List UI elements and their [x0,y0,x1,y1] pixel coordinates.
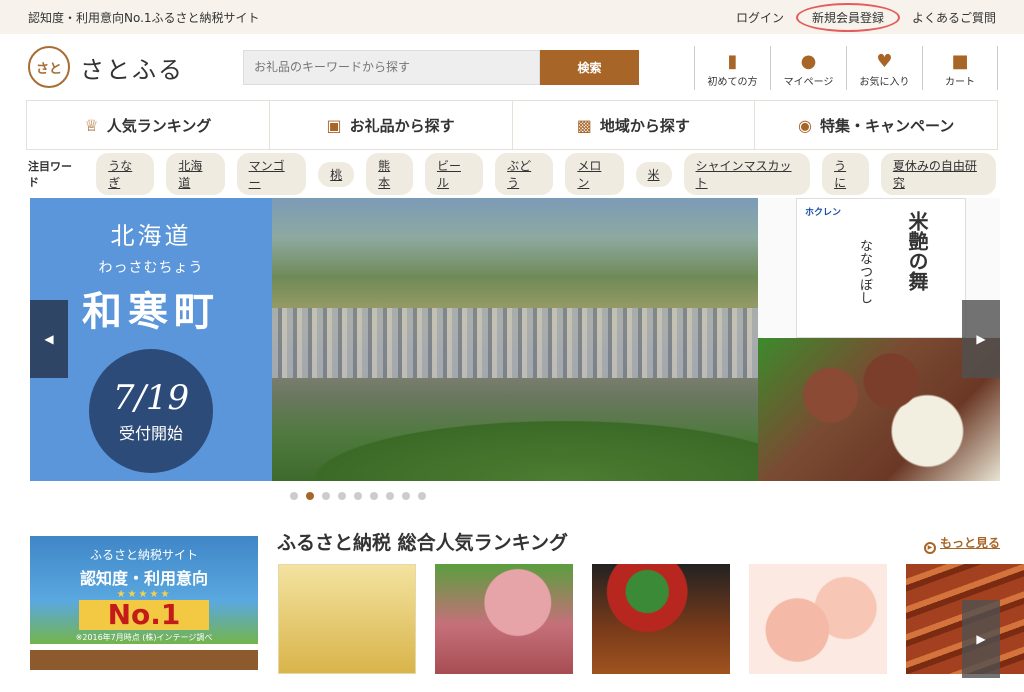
favorites-link[interactable]: ♥ お気に入り [846,46,922,90]
carousel-dot[interactable] [353,492,362,500]
logo-text: さとふる [80,55,184,84]
search-button[interactable]: 検索 [540,49,639,85]
cart-label: カート [945,77,975,88]
carousel-dot[interactable] [369,492,378,500]
carousel-dot[interactable] [305,492,314,500]
top-links: ログイン 新規会員登録 よくあるご質問 [736,2,996,32]
keyword-tag[interactable]: 北海道 [166,153,225,195]
banner-reading: わっさむちょう [98,260,204,276]
keyword-tag[interactable]: メロン [565,153,624,195]
favorites-label: お気に入り [859,77,910,88]
keyword-tag[interactable]: うに [822,153,869,195]
ranking-title: ふるさと納税 総合人気ランキング [277,532,569,554]
keyword-tag[interactable]: うなぎ [96,153,155,195]
more-link[interactable]: ▶ もっと見る [923,534,1000,554]
site-tagline: 認知度・利用意向No.1ふるさと納税サイト [28,10,260,25]
rice-bag-image: ホクレン 米艶の舞 ななつぼし [796,198,966,338]
award-line1: ふるさと納税サイト [89,548,198,562]
banner-landscape-photo [272,198,758,481]
search-input[interactable] [243,49,540,85]
cart-icon: ■ [951,51,969,72]
hero-carousel[interactable]: 北海道 わっさむちょう 和寒町 7/19 受付開始 ホクレン 米艶の舞 ななつぼ… [30,198,1000,481]
mypage-link[interactable]: ● マイページ [770,46,846,90]
nav-ranking-label: 人気ランキング [106,116,212,135]
carousel-dot[interactable] [385,492,394,500]
cart-link[interactable]: ■ カート [922,46,998,90]
search-bar: 検索 [243,49,639,85]
carousel-dot[interactable] [401,492,410,500]
more-label: もっと見る [939,536,1000,550]
rice-brand: ホクレン [805,208,842,218]
photo-town-area [272,308,758,378]
carousel-dot[interactable] [417,492,426,500]
keyword-label: 注目ワード [28,160,72,189]
carousel-dot[interactable] [337,492,346,500]
faq-link[interactable]: よくあるご質問 [912,9,996,26]
keyword-tag[interactable]: 熊本 [366,153,413,195]
banner-date: 7/19 [112,378,190,418]
site-header: さと さとふる 検索 ▮ 初めての方 ● マイページ ♥ お気に入り ■ カート [0,34,1024,100]
keyword-tag[interactable]: シャインマスカット [683,153,811,195]
keyword-tag[interactable]: 夏休みの自由研究 [880,153,997,195]
carousel-dots [30,492,1000,500]
header-icon-nav: ▮ 初めての方 ● マイページ ♥ お気に入り ■ カート [694,46,998,90]
keyword-tag[interactable]: マンゴー [236,153,307,195]
rice-subtitle: ななつぼし [857,239,872,304]
carousel-prev-button[interactable]: ◀ [30,300,68,378]
nav-ranking[interactable]: ♕ 人気ランキング [26,101,270,149]
keyword-tag[interactable]: ビール [424,153,484,195]
first-time-label: 初めての方 [707,77,758,88]
register-link[interactable]: 新規会員登録 [795,2,901,32]
nav-campaign[interactable]: ◉ 特集・キャンペーン [755,101,998,149]
sidebar-banner[interactable] [30,650,258,670]
keyword-tag[interactable]: 桃 [318,161,355,187]
product-card[interactable] [749,564,887,674]
carousel-dot[interactable] [289,492,298,500]
award-note: ※2016年7月時点 (株)インテージ調べ [75,633,213,642]
photo-hill [272,411,758,481]
main-nav: ♕ 人気ランキング ▣ お礼品から探す ▩ 地域から探す ◉ 特集・キャンペーン [26,100,998,150]
rice-title: 米艶の舞 [905,211,929,291]
chevron-left-icon: ◀ [44,332,54,346]
gift-icon: ▣ [326,115,342,135]
ranking-section: ふるさと納税サイト 認知度・利用意向 ★★★★★ No.1 ※2016年7月時点… [0,500,1024,678]
keyword-tag[interactable]: ぶどう [495,153,554,195]
award-line2: 認知度・利用意向 [79,569,208,588]
mypage-label: マイページ [783,77,834,88]
chevron-right-icon: ▶ [976,332,986,346]
award-banner[interactable]: ふるさと納税サイト 認知度・利用意向 ★★★★★ No.1 ※2016年7月時点… [30,536,258,644]
heart-icon: ♥ [876,51,893,72]
award-no1: No.1 [79,600,209,630]
banner-region: 北海道 [110,222,192,250]
nav-gifts-label: お礼品から探す [349,116,455,135]
product-card[interactable] [278,564,416,674]
carousel-next-button[interactable]: ▶ [962,300,1000,378]
top-bar: 認知度・利用意向No.1ふるさと納税サイト ログイン 新規会員登録 よくあるご質… [0,0,1024,34]
ranking-next-button[interactable]: ▶ [962,600,1000,678]
crown-icon: ♕ [84,115,99,135]
banner-start: 受付開始 [118,424,183,443]
play-circle-icon: ▶ [923,542,936,554]
region-icon: ▩ [576,115,592,135]
chevron-right-icon: ▶ [976,632,986,646]
login-link[interactable]: ログイン [736,9,784,26]
nav-region-label: 地域から探す [599,116,690,135]
product-list [278,564,1024,674]
user-icon: ● [800,51,817,72]
product-card[interactable] [592,564,730,674]
medal-icon: ◉ [798,115,812,135]
nav-region[interactable]: ▩ 地域から探す [513,101,756,149]
nav-gifts[interactable]: ▣ お礼品から探す [270,101,513,149]
site-logo[interactable]: さと さとふる [28,46,243,88]
logo-mark-icon: さと [28,46,70,88]
carousel-dot[interactable] [321,492,330,500]
book-icon: ▮ [727,51,738,72]
product-card[interactable] [435,564,573,674]
keyword-bar: 注目ワード うなぎ 北海道 マンゴー 桃 熊本 ビール ぶどう メロン 米 シャ… [28,150,997,198]
keyword-tag[interactable]: 米 [635,161,672,187]
banner-date-circle: 7/19 受付開始 [89,349,213,473]
nav-campaign-label: 特集・キャンペーン [819,116,955,135]
first-time-link[interactable]: ▮ 初めての方 [694,46,770,90]
